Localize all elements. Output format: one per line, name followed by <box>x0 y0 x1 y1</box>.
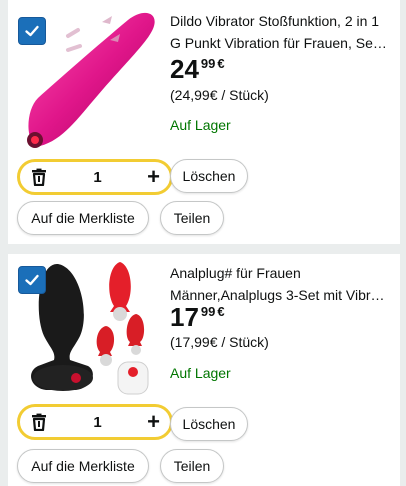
share-button[interactable]: Teilen <box>160 449 224 483</box>
title-line-2: G Punkt Vibration für Frauen, Se… <box>170 35 387 51</box>
price-fraction: 99 <box>200 304 216 319</box>
delete-button[interactable]: Löschen <box>170 407 248 441</box>
product-title[interactable]: Analplug# für Frauen Männer,Analplugs 3-… <box>170 262 392 306</box>
stock-status: Auf Lager <box>170 117 231 133</box>
stock-status: Auf Lager <box>170 365 231 381</box>
price-whole: 17 <box>170 302 199 332</box>
checkmark-icon <box>25 25 39 37</box>
cart-item: Analplug# für Frauen Männer,Analplugs 3-… <box>8 254 400 486</box>
share-button[interactable]: Teilen <box>160 201 224 235</box>
select-item-checkbox[interactable] <box>18 17 46 45</box>
plus-icon[interactable]: + <box>147 411 160 433</box>
quantity-stepper: 1 + <box>17 404 173 440</box>
product-price: 24 99 € <box>170 56 225 82</box>
checkmark-icon <box>25 274 39 286</box>
quantity-value: 1 <box>93 413 102 431</box>
select-item-checkbox[interactable] <box>18 266 46 294</box>
product-price: 17 99 € <box>170 304 225 330</box>
price-fraction: 99 <box>200 56 216 71</box>
delete-button[interactable]: Löschen <box>170 159 248 193</box>
quantity-stepper: 1 + <box>17 159 173 195</box>
price-whole: 24 <box>170 54 199 84</box>
title-line-2: Männer,Analplugs 3-Set mit Vibr… <box>170 287 385 303</box>
title-line-1: Analplug# für Frauen <box>170 265 301 281</box>
quantity-value: 1 <box>93 168 102 186</box>
product-title[interactable]: Dildo Vibrator Stoßfunktion, 2 in 1 G Pu… <box>170 10 392 54</box>
unit-price: (24,99€ / Stück) <box>170 87 269 103</box>
price-currency: € <box>217 56 225 71</box>
save-to-wishlist-button[interactable]: Auf die Merkliste <box>17 449 149 483</box>
price-currency: € <box>217 304 225 319</box>
trash-icon[interactable] <box>30 168 48 186</box>
save-to-wishlist-button[interactable]: Auf die Merkliste <box>17 201 149 235</box>
trash-icon[interactable] <box>30 413 48 431</box>
plus-icon[interactable]: + <box>147 166 160 188</box>
cart-item: Dildo Vibrator Stoßfunktion, 2 in 1 G Pu… <box>8 0 400 244</box>
unit-price: (17,99€ / Stück) <box>170 334 269 350</box>
title-line-1: Dildo Vibrator Stoßfunktion, 2 in 1 <box>170 13 380 29</box>
